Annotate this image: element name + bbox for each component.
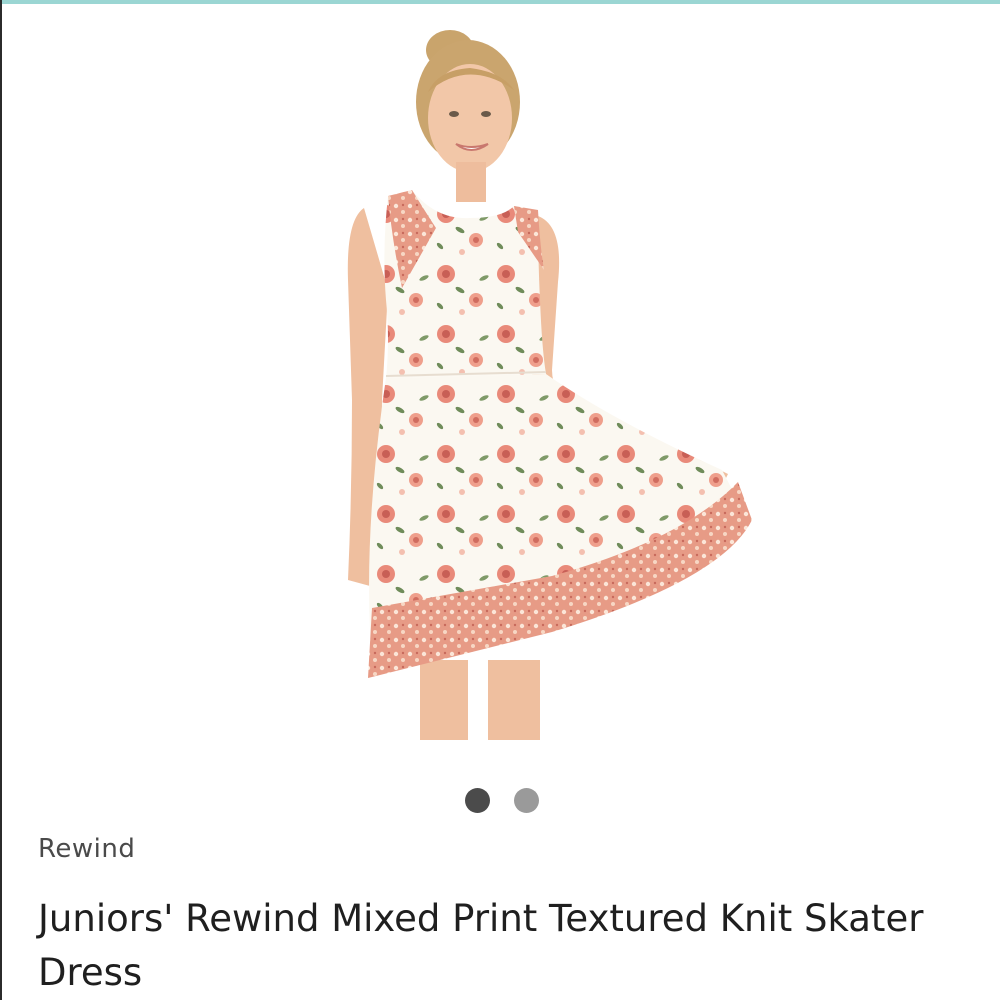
brand-name[interactable]: Rewind <box>38 834 135 864</box>
product-title: Juniors' Rewind Mixed Print Textured Kni… <box>38 897 924 994</box>
carousel-dots <box>2 788 1000 814</box>
top-accent-bar <box>2 0 1000 4</box>
carousel-dot-2[interactable] <box>514 788 539 813</box>
product-page: Rewind Juniors' Rewind Mixed Print Textu… <box>0 0 1000 1000</box>
product-image[interactable] <box>252 20 792 740</box>
carousel-dot-1[interactable] <box>465 788 490 813</box>
